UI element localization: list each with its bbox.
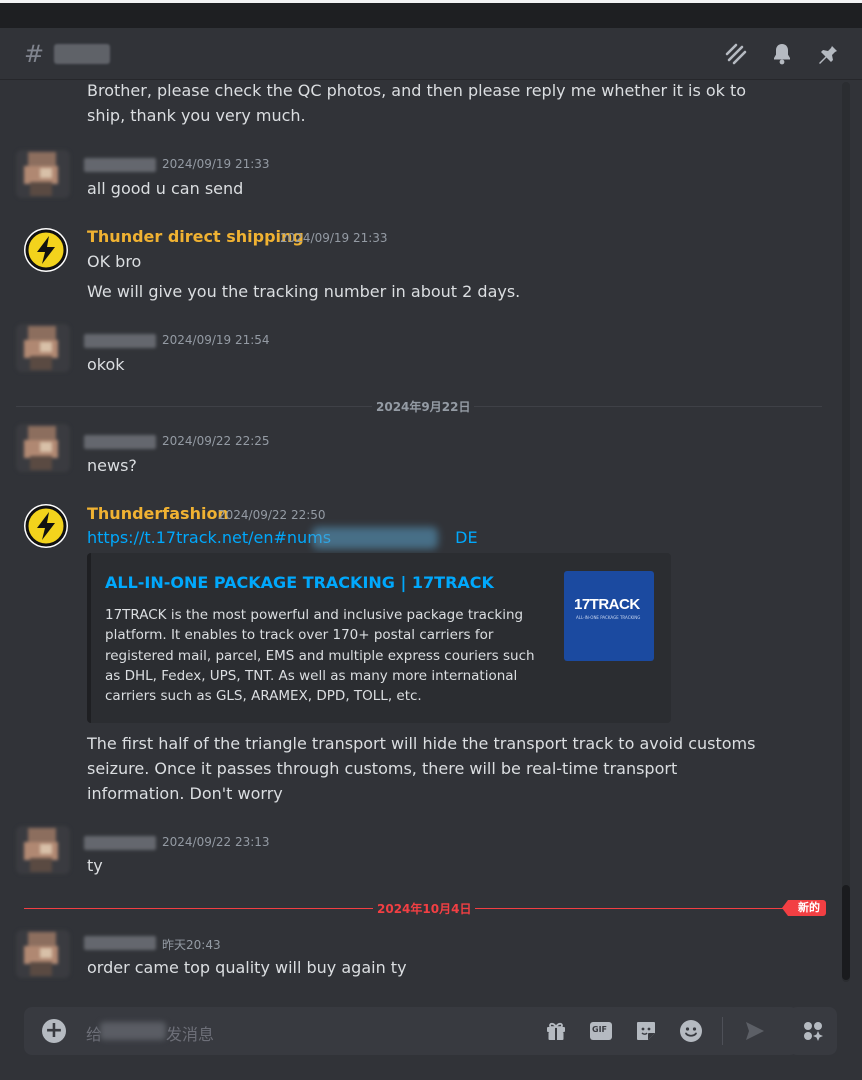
- message-timestamp: 2024/09/22 22:25: [162, 434, 270, 448]
- composer-placeholder-blur: [100, 1022, 166, 1040]
- composer-placeholder-end[interactable]: 发消息: [166, 1021, 214, 1045]
- username-blurred[interactable]: [84, 158, 156, 172]
- tracking-link-end[interactable]: DE: [455, 528, 477, 547]
- message-text: We will give you the tracking number in …: [87, 282, 521, 301]
- message-text: order came top quality will buy again ty: [87, 958, 407, 977]
- message-text: ty: [87, 856, 103, 875]
- new-badge: 新的: [782, 900, 826, 916]
- composer-separator: [722, 1017, 723, 1045]
- pin-icon[interactable]: [813, 40, 841, 68]
- send-icon[interactable]: [742, 1018, 768, 1044]
- message-timestamp: 2024/09/19 21:33: [162, 157, 270, 171]
- sticker-icon[interactable]: [633, 1018, 659, 1044]
- tracking-link-start[interactable]: https://t.17track.net/en#nums: [87, 528, 331, 547]
- message-timestamp: 2024/09/22 22:50: [218, 508, 326, 522]
- new-divider-date: 2024年10月4日: [373, 900, 476, 917]
- hash-icon: #: [24, 40, 45, 68]
- message-text: news?: [87, 456, 137, 475]
- avatar[interactable]: [24, 504, 68, 548]
- date-divider-label: 2024年9月22日: [372, 398, 475, 415]
- add-icon[interactable]: +: [42, 1019, 66, 1043]
- gift-icon[interactable]: [543, 1018, 569, 1044]
- avatar[interactable]: [16, 930, 70, 978]
- link-embed: ALL-IN-ONE PACKAGE TRACKING | 17TRACK 17…: [87, 553, 671, 723]
- gif-icon[interactable]: GIF: [588, 1018, 614, 1044]
- username[interactable]: Thunderfashion: [87, 504, 229, 523]
- username-blurred[interactable]: [84, 334, 156, 348]
- emoji-icon[interactable]: [678, 1018, 704, 1044]
- window-top-strip: [0, 0, 862, 28]
- top-edge: [0, 0, 862, 3]
- scrollbar-thumb[interactable]: [842, 885, 850, 980]
- channel-header: #: [0, 28, 862, 80]
- embed-description: 17TRACK is the most powerful and inclusi…: [105, 607, 535, 705]
- message-text: The first half of the triangle transport…: [87, 734, 756, 803]
- embed-thumbnail[interactable]: 17TRACK ALL-IN-ONE PACKAGE TRACKING: [564, 571, 654, 661]
- avatar[interactable]: [24, 228, 68, 272]
- avatar[interactable]: [16, 150, 70, 198]
- scrollbar-track[interactable]: [842, 82, 850, 982]
- embed-thumb-subtitle: ALL-IN-ONE PACKAGE TRACKING: [576, 615, 641, 620]
- apps-icon[interactable]: [800, 1018, 826, 1044]
- message-timestamp: 昨天20:43: [162, 938, 221, 952]
- username-blurred[interactable]: [84, 836, 156, 850]
- username-blurred[interactable]: [84, 936, 156, 950]
- username-blurred[interactable]: [84, 435, 156, 449]
- avatar[interactable]: [16, 324, 70, 372]
- message-timestamp: 2024/09/22 23:13: [162, 835, 270, 849]
- message-text: Brother, please check the QC photos, and…: [87, 81, 747, 125]
- message-text: okok: [87, 355, 125, 374]
- link-redaction-blur: [312, 527, 438, 549]
- avatar[interactable]: [16, 826, 70, 874]
- username[interactable]: Thunder direct shipping: [87, 227, 304, 246]
- embed-thumb-logo: 17TRACK: [574, 596, 640, 613]
- message-text: OK bro: [87, 252, 142, 271]
- avatar[interactable]: [16, 424, 70, 472]
- gif-label: GIF: [592, 1025, 608, 1034]
- message-timestamp: 2024/09/19 21:54: [162, 333, 270, 347]
- channel-name-blurred: [54, 44, 110, 64]
- threads-icon[interactable]: [722, 40, 750, 68]
- embed-title[interactable]: ALL-IN-ONE PACKAGE TRACKING | 17TRACK: [105, 573, 494, 592]
- bell-icon[interactable]: [768, 40, 796, 68]
- message-text: all good u can send: [87, 179, 244, 198]
- message-timestamp: 2024/09/19 21:33: [280, 231, 388, 245]
